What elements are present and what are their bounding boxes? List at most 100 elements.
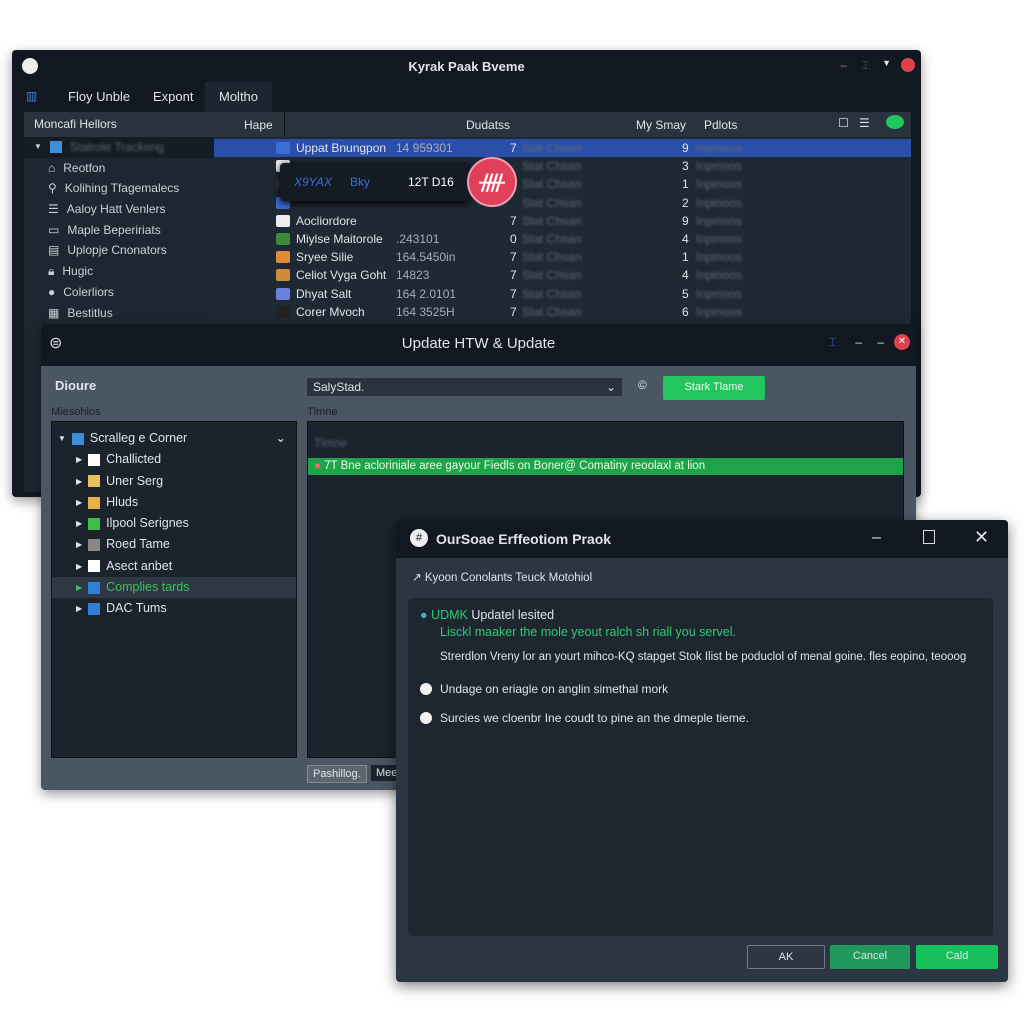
chevron-down-icon[interactable]: ⌄ (276, 428, 286, 449)
tab-floy-unble[interactable]: Floy Unble (54, 82, 144, 112)
tree-item[interactable]: ▶ Roed Tame (52, 534, 296, 555)
minimize-button[interactable]: – (855, 335, 862, 349)
caret-right-icon[interactable]: ▶ (76, 534, 82, 555)
folder-icon: ▤ (48, 243, 60, 258)
caret-right-icon[interactable]: ▶ (76, 598, 82, 619)
home-icon: ⌂ (48, 160, 56, 175)
tree-item[interactable]: ▼ Scralleg e Corner ⌄ (52, 428, 296, 449)
grid-icon[interactable]: ▥ (26, 89, 37, 103)
database-icon: ☰ (48, 202, 59, 217)
file-icon (276, 287, 290, 300)
minimize-button[interactable]: – (872, 529, 881, 547)
col-my-smay[interactable]: My Smay (636, 118, 686, 132)
menu-icon[interactable]: ☰ (859, 116, 870, 130)
list-label: Tlmne (307, 406, 338, 418)
sidebar-item[interactable]: ▤ Uplopje Cnonators (24, 240, 214, 261)
tree-item[interactable]: ▶ Hluds (52, 492, 296, 513)
sidebar-item[interactable]: ● Colerliors (24, 282, 214, 303)
title-bar: # OurSoae Erffeotiom Praok – ✕ (396, 520, 1008, 558)
sidebar-item[interactable]: ⌂ Reotfon (24, 158, 214, 179)
chevron-down-icon: ⌄ (605, 380, 616, 394)
table-row[interactable]: Sryee Silie 164.5450in 7 Stat Chsan 1 In… (214, 248, 911, 266)
radio-button[interactable] (420, 683, 432, 695)
highlighted-item[interactable]: ● 7T Bne acloriniale aree gayour Fiedls … (308, 458, 903, 475)
table-row[interactable]: Aocliordore 7 Stat Chsan 9 Inpmoos (214, 212, 911, 230)
ok-button[interactable]: AK (747, 945, 825, 969)
view-square-icon[interactable]: ☐ (838, 116, 849, 130)
status-icon[interactable] (886, 115, 904, 129)
sidebar-item[interactable]: ⚲ Kolihing Tfagemalecs (24, 178, 214, 199)
col-hape[interactable]: Hape (244, 118, 273, 132)
dialog-content: ● UDMK Updatel lesited Lisckl maaker the… (408, 598, 993, 936)
table-row[interactable]: Corer Mvoch 164 3525H 7 Stat Chsan 6 Inp… (214, 303, 911, 321)
caret-right-icon[interactable]: ▶ (76, 513, 82, 534)
tree-item[interactable]: ▶ Uner Serg (52, 471, 296, 492)
file-icon (276, 142, 290, 154)
maximize-button[interactable] (923, 530, 935, 544)
user-icon: ⚲ (48, 181, 57, 196)
tree-item[interactable]: ▶ Asect anbet (52, 556, 296, 577)
tree-item[interactable]: ▶ Challicted (52, 449, 296, 470)
radio-button[interactable] (420, 712, 432, 724)
tree-item[interactable]: ▶ DAC Tums (52, 598, 296, 619)
col-dudatss[interactable]: Dudatss (466, 118, 510, 132)
restore-button[interactable]: ⌶ (862, 58, 869, 73)
fab-button[interactable]: ᚎ (467, 157, 517, 207)
tab-expont[interactable]: Expont (139, 82, 207, 112)
warning-icon: ● (314, 460, 321, 472)
tab-moltho[interactable]: Moltho (205, 82, 273, 112)
start-button[interactable]: Stark Tlame (663, 376, 765, 400)
tree-item[interactable]: ▶ Complies tards (52, 577, 296, 599)
tab-pashillog[interactable]: Pashillog. (307, 765, 367, 783)
folder-icon (88, 517, 101, 530)
sidebar-item[interactable]: ▦ Bestitlus (24, 303, 214, 324)
refresh-icon[interactable]: © (638, 378, 647, 392)
table-row[interactable]: Uppat Bnungpon 14 959301 7 Stat Chsan 9 … (214, 139, 911, 157)
file-icon (276, 269, 290, 282)
tree-label: Miesohlos (51, 406, 101, 418)
sidebar-item[interactable]: 🔒︎ Hugic (24, 261, 214, 282)
popup-by[interactable]: Bky (350, 175, 370, 189)
maximize-button[interactable]: – (877, 335, 884, 349)
link-icon: ↗︎ (412, 572, 425, 584)
source-select[interactable]: SalyStad. ⌄ (307, 378, 622, 396)
caret-right-icon[interactable]: ▶ (76, 492, 82, 513)
caret-right-icon[interactable]: ▶ (76, 556, 82, 577)
table-row[interactable]: Celiot Vyga Goht 14823 7 Stat Chsan 4 In… (214, 266, 911, 284)
option-1[interactable]: Undage on eriagle on anglin simethal mor… (420, 682, 668, 696)
caret-right-icon[interactable]: ▶ (76, 471, 82, 492)
close-button[interactable]: ✕ (894, 334, 910, 350)
globe-icon: ● (420, 608, 428, 622)
confirm-button[interactable]: Cald (916, 945, 998, 969)
cancel-button[interactable]: Cancel (830, 945, 910, 969)
title-bar: Kyrak Paak Bveme – ⌶ ▼ (12, 50, 921, 82)
option-2[interactable]: Surcies we cloenbr Ine coudt to pine an … (420, 711, 749, 725)
close-button[interactable] (901, 58, 915, 72)
caret-right-icon[interactable]: ▶ (76, 577, 82, 598)
caret-right-icon[interactable]: ▶ (76, 449, 82, 470)
file-icon (276, 233, 290, 245)
tree-item[interactable]: ▶ Ilpool Serignes (52, 513, 296, 534)
monitor-icon: ▭ (48, 222, 60, 237)
folder-icon (88, 581, 101, 594)
sidebar-item[interactable]: ☰ Aaloy Hatt Venlers (24, 199, 214, 220)
tree-icon: ᚎ (479, 169, 505, 194)
minimize-button[interactable]: – (840, 58, 847, 72)
col-pdlots[interactable]: Pdlots (704, 118, 737, 132)
calendar-icon: ▦ (48, 305, 60, 320)
popup-code[interactable]: X9YAX (294, 175, 332, 189)
popup-value: 12T D16 (408, 175, 454, 189)
quick-popup: X9YAX Bky 12T D16 (280, 163, 470, 201)
source-label: Dioure (55, 378, 97, 393)
caret-down-icon[interactable]: ▼ (58, 428, 66, 449)
circle-icon: ● (48, 284, 56, 299)
close-button[interactable]: ✕ (974, 527, 989, 548)
table-row[interactable]: Dhyat Salt 164 2.0101 7 Stat Chsan 5 Inp… (214, 285, 911, 303)
sidebar-root[interactable]: ▼ Statrole Trackeng (24, 137, 214, 158)
pin-icon[interactable]: ⌶ (829, 335, 836, 350)
sidebar-item[interactable]: ▭ Maple Bepeririats (24, 220, 214, 241)
status-detail: Lisckl maaker the mole yeout ralch sh ri… (440, 625, 736, 639)
table-row[interactable]: Miylse Maitorole .243101 0 Stat Chsan 4 … (214, 230, 911, 248)
subtitle: ↗︎ Kyoon Conolants Teuck Motohiol (412, 572, 593, 584)
dropdown-icon[interactable]: ▼ (882, 58, 891, 68)
